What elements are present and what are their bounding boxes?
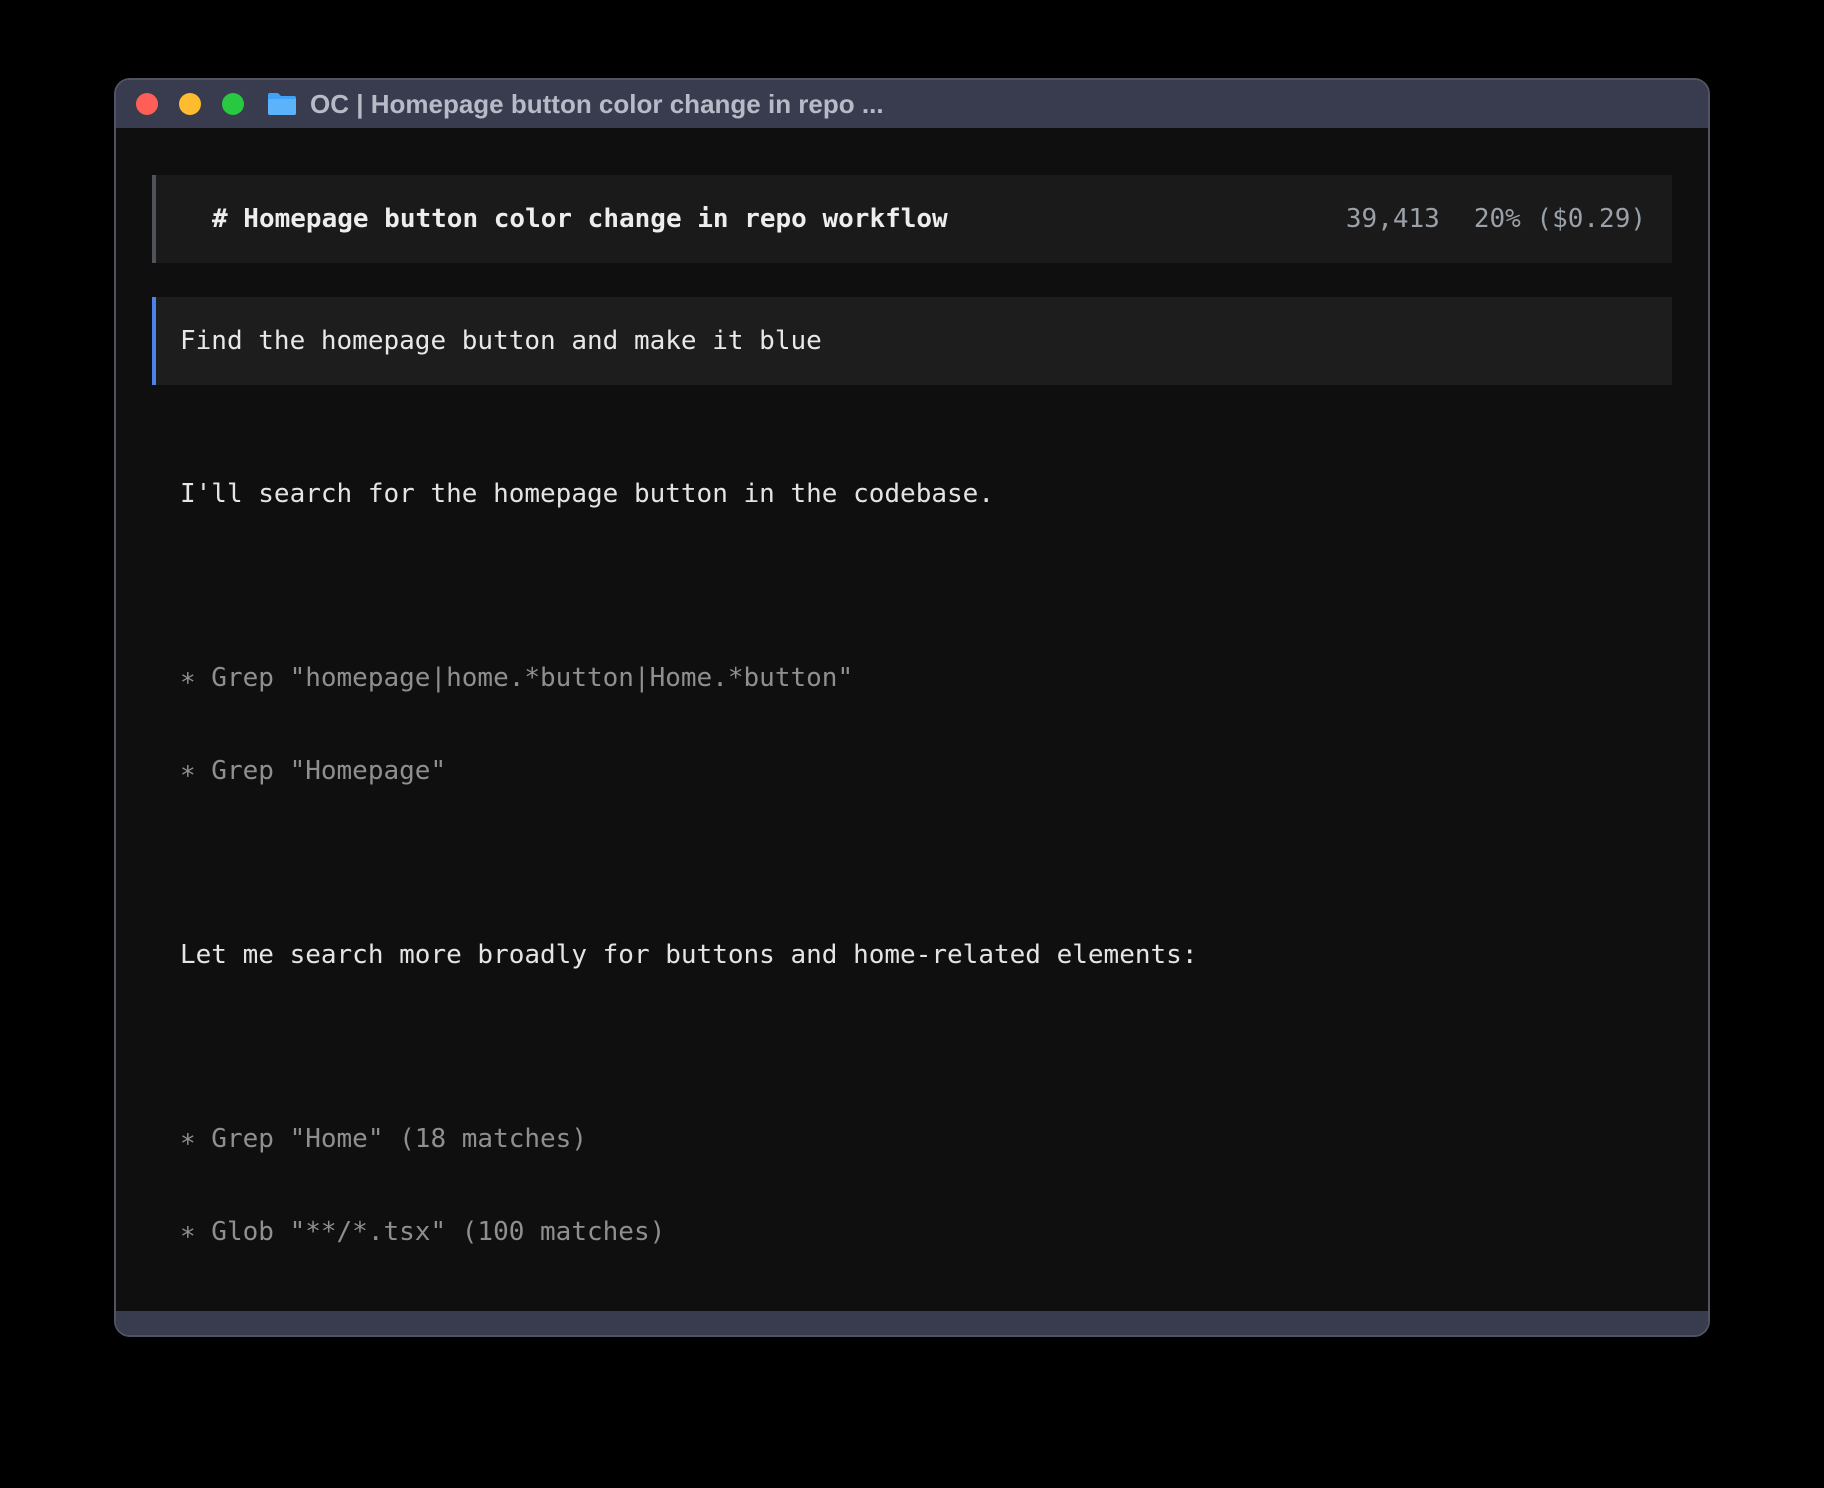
close-button[interactable] bbox=[136, 93, 158, 115]
assistant-text: Let me search more broadly for buttons a… bbox=[180, 878, 1672, 1033]
minimize-button[interactable] bbox=[179, 93, 201, 115]
tool-call-group: ∗ Grep "homepage|home.*button|Home.*butt… bbox=[180, 601, 1672, 849]
terminal-window: OC | Homepage button color change in rep… bbox=[114, 78, 1710, 1337]
session-title: # Homepage button color change in repo w… bbox=[212, 204, 948, 234]
window-title: OC | Homepage button color change in rep… bbox=[310, 89, 884, 120]
tool-call-line: ∗ Grep "Home" (18 matches) bbox=[180, 1124, 1672, 1155]
tool-call-line: ∗ Grep "Homepage" bbox=[180, 756, 1672, 787]
user-message-text: Find the homepage button and make it blu… bbox=[180, 326, 822, 356]
user-message: Find the homepage button and make it blu… bbox=[152, 297, 1672, 385]
session-content: # Homepage button color change in repo w… bbox=[116, 128, 1708, 1311]
token-count: 39,413 bbox=[1346, 204, 1440, 234]
tool-call-line: ∗ Grep "homepage|home.*button|Home.*butt… bbox=[180, 663, 1672, 694]
traffic-lights bbox=[136, 93, 244, 115]
tool-call-group: ∗ Grep "Home" (18 matches) ∗ Glob "**/*.… bbox=[180, 1062, 1672, 1310]
context-usage: 20% ($0.29) bbox=[1474, 204, 1646, 234]
assistant-text: I'll search for the homepage button in t… bbox=[180, 417, 1672, 572]
zoom-button[interactable] bbox=[222, 93, 244, 115]
folder-icon bbox=[266, 91, 298, 117]
window-bottom-chrome bbox=[116, 1311, 1708, 1335]
window-titlebar[interactable]: OC | Homepage button color change in rep… bbox=[116, 80, 1708, 128]
session-stats: 39,413 20% ($0.29) bbox=[1346, 204, 1646, 234]
session-header: # Homepage button color change in repo w… bbox=[152, 175, 1672, 263]
tool-call-line: ∗ Glob "**/*.tsx" (100 matches) bbox=[180, 1217, 1672, 1248]
